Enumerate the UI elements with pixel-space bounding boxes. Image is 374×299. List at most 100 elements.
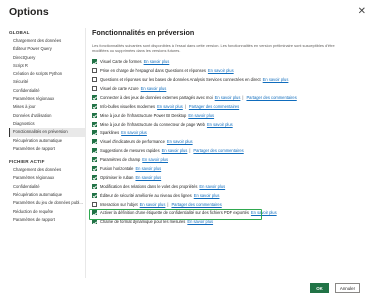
learn-more-link[interactable]: En savoir plus — [157, 104, 183, 109]
feature-checkbox[interactable] — [92, 157, 97, 163]
feature-row: Mise à jour de l'infrastructure Power BI… — [92, 111, 368, 120]
learn-more-link[interactable]: En savoir plus — [135, 166, 161, 171]
sidebar-item[interactable]: Fonctionnalités en préversion — [9, 128, 85, 137]
sidebar-item[interactable]: Paramètres du jeu de données publ... — [9, 199, 85, 207]
feature-row: Questions et réponses sur les bases de d… — [92, 75, 368, 84]
feature-label: Paramètres de champ — [100, 157, 141, 163]
feature-label: Chaîne de format dynamique pour les mesu… — [100, 219, 186, 225]
feature-checkbox[interactable] — [92, 121, 97, 127]
feature-checkbox[interactable] — [92, 139, 97, 145]
learn-more-link[interactable]: En savoir plus — [135, 175, 161, 180]
feature-row: Paramètres de champ En savoir plus — [92, 155, 368, 164]
learn-more-link[interactable]: En savoir plus — [251, 210, 277, 215]
sidebar-item[interactable]: Réduction de requête — [9, 208, 85, 216]
sidebar-item[interactable]: Création de scripts Python — [9, 70, 85, 78]
sidebar-item[interactable]: Paramètres de rapport — [9, 145, 85, 153]
learn-more-link[interactable]: En savoir plus — [142, 157, 168, 162]
feature-label: Mise à jour de l'infrastructure du conne… — [100, 121, 205, 127]
sidebar-item[interactable]: Paramètres régionaux — [9, 174, 85, 182]
learn-more-link[interactable]: En savoir plus — [188, 113, 214, 118]
learn-more-link[interactable]: En savoir plus — [194, 193, 220, 198]
learn-more-link[interactable]: En savoir plus — [121, 130, 147, 135]
feature-checkbox[interactable] — [92, 183, 97, 189]
feature-label: Visuel de carte Azure — [100, 86, 139, 92]
feature-label: Connecter à des jeux de données externes… — [100, 94, 213, 100]
feature-checkbox[interactable] — [92, 112, 97, 118]
sidebar-item[interactable]: Chargement des données — [9, 37, 85, 45]
feature-checkbox[interactable] — [92, 86, 97, 92]
close-icon[interactable]: ✕ — [358, 6, 366, 17]
cancel-button[interactable]: Annuler — [335, 283, 360, 293]
learn-more-link[interactable]: En savoir plus — [215, 95, 241, 100]
link-separator: | — [167, 201, 169, 207]
dialog-title: Options — [9, 6, 49, 18]
feature-checkbox[interactable] — [92, 130, 97, 136]
learn-more-link[interactable]: En savoir plus — [207, 122, 233, 127]
feature-checkbox[interactable] — [92, 77, 97, 83]
sidebar-item[interactable]: Chargement des données — [9, 166, 85, 174]
feature-row: Suggestions de mesures rapides En savoir … — [92, 146, 368, 155]
sidebar-item[interactable]: Mises à jour — [9, 103, 85, 111]
feature-label: Info-bulles visuelles modernes — [100, 103, 156, 109]
learn-more-link[interactable]: En savoir plus — [263, 77, 289, 82]
feature-checkbox[interactable] — [92, 192, 97, 198]
feature-checkbox[interactable] — [92, 94, 97, 100]
sidebar-section-global: GLOBAL — [9, 30, 30, 35]
link-separator: | — [184, 103, 186, 109]
sidebar-item[interactable]: DirectQuery — [9, 54, 85, 62]
learn-more-link[interactable]: En savoir plus — [187, 219, 213, 224]
feature-row: Interaction sur l'objet En savoir plus | Pa… — [92, 200, 368, 209]
sidebar-item[interactable]: Confidentialité — [9, 183, 85, 191]
feature-row: Activer la définition d'une étiquette de… — [92, 209, 368, 218]
sidebar-item[interactable]: Récupération automatique — [9, 137, 85, 145]
feature-checkbox[interactable] — [92, 68, 97, 74]
share-feedback-link[interactable]: Partager des commentaires — [246, 95, 296, 100]
sidebar-item[interactable]: Données d'utilisation — [9, 112, 85, 120]
share-feedback-link[interactable]: Partager des commentaires — [171, 202, 221, 207]
ok-button[interactable]: OK — [310, 283, 329, 293]
learn-more-link[interactable]: En savoir plus — [144, 59, 170, 64]
sidebar-item[interactable]: Sécurité — [9, 78, 85, 86]
learn-more-link[interactable]: En savoir plus — [208, 68, 234, 73]
feature-checkbox[interactable] — [92, 201, 97, 207]
feature-label: Activer la définition d'une étiquette de… — [100, 210, 249, 216]
learn-more-link[interactable]: En savoir plus — [162, 148, 188, 153]
sidebar-section-active-file: FICHIER ACTIF — [9, 159, 45, 165]
feature-row: Optimiser le ruban En savoir plus — [92, 173, 368, 182]
options-dialog: Options ✕ GLOBAL Chargement des données É… — [0, 0, 374, 299]
sidebar-item[interactable]: Confidentialité — [9, 87, 85, 95]
feature-checkbox[interactable] — [92, 148, 97, 154]
share-feedback-link[interactable]: Partager des commentaires — [189, 104, 239, 109]
learn-more-link[interactable]: En savoir plus — [141, 86, 167, 91]
dialog-footer: OK Annuler — [0, 280, 374, 299]
feature-label: Mise à jour de l'infrastructure Power BI… — [100, 112, 187, 118]
feature-checkbox[interactable] — [92, 166, 97, 172]
link-separator: | — [242, 94, 244, 100]
feature-row: Prise en charge de l'espagnol dans Quest… — [92, 66, 368, 75]
learn-more-link[interactable]: En savoir plus — [167, 139, 193, 144]
feature-checkbox[interactable] — [92, 174, 97, 180]
feature-checkbox[interactable] — [92, 103, 97, 109]
feature-label: Prise en charge de l'espagnol dans Quest… — [100, 68, 206, 74]
feature-checkbox[interactable] — [92, 219, 97, 225]
feature-label: Questions et réponses sur les bases de d… — [100, 77, 261, 83]
feature-row: Visuel Carte de formes En savoir plus — [92, 57, 368, 66]
feature-row: Mise à jour de l'infrastructure du conne… — [92, 120, 368, 129]
feature-checkbox[interactable] — [92, 210, 97, 216]
sidebar-item[interactable]: Diagnostics — [9, 120, 85, 128]
learn-more-link[interactable]: En savoir plus — [199, 184, 225, 189]
share-feedback-link[interactable]: Partager des commentaires — [193, 148, 243, 153]
page-description: Les fonctionnalités suivantes sont dispo… — [92, 43, 335, 54]
sidebar-item[interactable]: Script R — [9, 62, 85, 70]
sidebar-item[interactable]: Éditeur Power Query — [9, 45, 85, 53]
feature-label: Éditeur de sécurité améliorée au niveau … — [100, 192, 192, 198]
sidebar-item[interactable]: Récupération automatique — [9, 191, 85, 199]
sidebar-item[interactable]: Paramètres de rapport — [9, 216, 85, 224]
sidebar-item[interactable]: Paramètres régionaux — [9, 95, 85, 103]
learn-more-link[interactable]: En savoir plus — [140, 202, 166, 207]
feature-checkbox[interactable] — [92, 59, 97, 65]
feature-row: Visuel d'indicateurs de performance En sa… — [92, 137, 368, 146]
feature-label: Suggestions de mesures rapides — [100, 148, 160, 154]
feature-row: Chaîne de format dynamique pour les mesu… — [92, 217, 368, 226]
feature-row: Modification des relations dans le volet… — [92, 182, 368, 191]
